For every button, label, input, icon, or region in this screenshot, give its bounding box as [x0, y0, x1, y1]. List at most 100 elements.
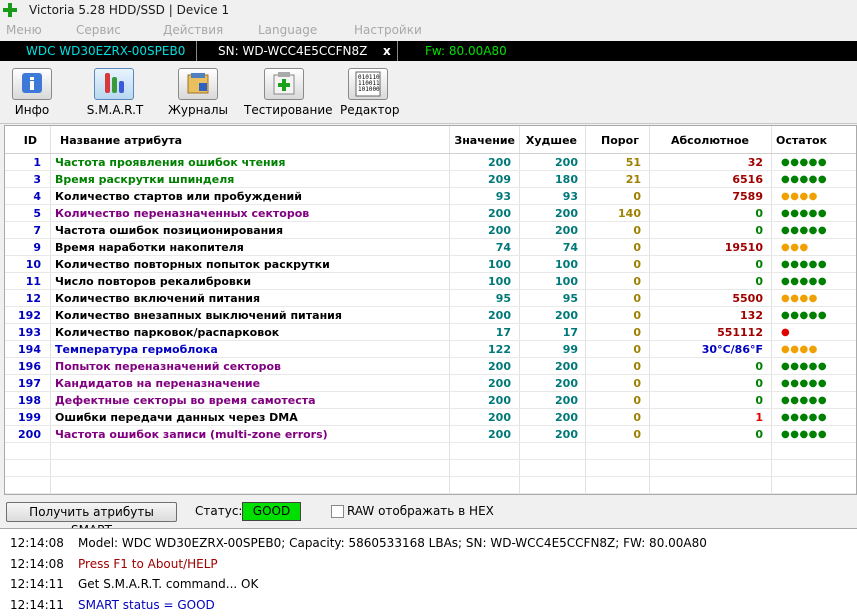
logs-icon: [178, 68, 218, 100]
attr-id: 10: [25, 258, 41, 271]
testing-label: Тестирование: [244, 103, 333, 117]
attr-name: Частота ошибок записи (multi-zone errors…: [55, 428, 328, 441]
col-name[interactable]: Название атрибута: [60, 126, 182, 153]
attr-id: 193: [18, 326, 41, 339]
table-row[interactable]: 194 Температура гермоблока 122 99 0 30°C/86°F…: [5, 341, 856, 358]
attr-value: 17: [495, 326, 511, 339]
table-row[interactable]: 9 Время наработки накопителя 74 74 0 19510 ●●●: [5, 239, 856, 256]
drive-model[interactable]: WDC WD30EZRX-00SPEB0: [0, 41, 196, 61]
attr-remaining: ●●●●●: [781, 429, 828, 440]
drive-firmware: Fw: 80.00A80: [425, 44, 507, 58]
table-row[interactable]: 199 Ошибки передачи данных через DMA 200 20…: [5, 409, 856, 426]
attr-id: 196: [18, 360, 41, 373]
menu-item-menu[interactable]: Меню: [6, 23, 42, 37]
menu-item-actions[interactable]: Действия: [163, 23, 223, 37]
attr-worst: 95: [562, 292, 578, 305]
col-remaining[interactable]: Остаток: [776, 126, 827, 153]
attr-value: 200: [488, 377, 511, 390]
get-smart-button[interactable]: Получить атрибуты SMART: [6, 502, 177, 537]
editor-icon: 010110 110011 101000: [348, 68, 388, 100]
empty-row: [5, 477, 856, 494]
attr-value: 95: [495, 292, 511, 305]
log-time: 12:14:08: [10, 536, 64, 550]
menu-item-settings[interactable]: Настройки: [354, 23, 422, 37]
test-icon: [264, 68, 304, 100]
divider: [397, 41, 398, 61]
attr-id: 198: [18, 394, 41, 407]
drive-close-button[interactable]: x: [383, 41, 391, 61]
info-button[interactable]: Инфо: [4, 65, 60, 121]
attr-name: Количество включений питания: [55, 292, 261, 305]
logs-button[interactable]: Журналы: [166, 65, 230, 121]
table-row[interactable]: 11 Число повторов рекалибровки 100 100 0 0 ●●●…: [5, 273, 856, 290]
menu-item-language[interactable]: Language: [258, 23, 317, 37]
table-row[interactable]: 196 Попыток переназначений секторов 200 200…: [5, 358, 856, 375]
attr-id: 5: [33, 207, 41, 220]
attr-threshold: 0: [633, 258, 641, 271]
col-worst[interactable]: Худшее: [523, 126, 577, 153]
attr-worst: 200: [555, 377, 578, 390]
col-id[interactable]: ID: [5, 126, 37, 153]
table-row[interactable]: 200 Частота ошибок записи (multi-zone err…: [5, 426, 856, 443]
empty-row: [5, 443, 856, 460]
attr-remaining: ●●●●: [781, 293, 818, 304]
attr-remaining: ●●●●: [781, 191, 818, 202]
smart-button[interactable]: S.M.A.R.T: [84, 65, 146, 121]
attr-value: 100: [488, 275, 511, 288]
editor-label: Редактор: [340, 103, 400, 117]
attr-worst: 200: [555, 309, 578, 322]
smart-label: S.M.A.R.T: [86, 103, 144, 117]
attr-id: 1: [33, 156, 41, 169]
attr-remaining: ●●●●●: [781, 208, 828, 219]
table-row[interactable]: 198 Дефектные секторы во время самотеста 2…: [5, 392, 856, 409]
attr-raw: 0: [755, 275, 763, 288]
editor-button[interactable]: 010110 110011 101000 Редактор: [340, 65, 400, 121]
hex-checkbox[interactable]: [331, 505, 344, 518]
log-line: 12:14:08 Model: WDC WD30EZRX-00SPEB0; Cap…: [10, 533, 707, 553]
log-time: 12:14:08: [10, 556, 64, 571]
attr-remaining: ●●●●●: [781, 395, 828, 406]
attr-threshold: 21: [625, 173, 641, 186]
attr-id: 4: [33, 190, 41, 203]
info-label: Инфо: [14, 103, 50, 117]
attr-worst: 200: [555, 207, 578, 220]
attr-threshold: 0: [633, 326, 641, 339]
attr-raw: 132: [740, 309, 763, 322]
table-row[interactable]: 10 Количество повторных попыток раскрутки…: [5, 256, 856, 273]
hex-checkbox-label[interactable]: RAW отображать в HEX: [347, 504, 494, 518]
attr-name: Частота ошибок позиционирования: [55, 224, 284, 237]
attr-id: 3: [33, 173, 41, 186]
attr-name: Время раскрутки шпинделя: [55, 173, 235, 186]
table-row[interactable]: 1 Частота проявления ошибок чтения 200 200 5…: [5, 154, 856, 171]
table-row[interactable]: 4 Количество стартов или пробуждений 93 93 0…: [5, 188, 856, 205]
col-threshold[interactable]: Порог: [587, 126, 639, 153]
attr-raw: 0: [755, 428, 763, 441]
log-message: Model: WDC WD30EZRX-00SPEB0; Capacity: 5…: [78, 536, 707, 550]
table-row[interactable]: 7 Частота ошибок позиционирования 200 200 0 0…: [5, 222, 856, 239]
table-row[interactable]: 3 Время раскрутки шпинделя 209 180 21 6516 ●●●…: [5, 171, 856, 188]
attr-value: 209: [488, 173, 511, 186]
attr-value: 93: [495, 190, 511, 203]
col-value[interactable]: Значение: [451, 126, 515, 153]
table-row[interactable]: 192 Количество внезапных выключений питан…: [5, 307, 856, 324]
attr-remaining: ●●●●●: [781, 174, 828, 185]
attr-name: Количество повторных попыток раскрутки: [55, 258, 330, 271]
attr-value: 74: [495, 241, 511, 254]
table-row[interactable]: 12 Количество включений питания 95 95 0 5500 ●…: [5, 290, 856, 307]
table-row[interactable]: 5 Количество переназначенных секторов 200 2…: [5, 205, 856, 222]
attr-id: 12: [25, 292, 41, 305]
col-raw[interactable]: Абсолютное: [653, 126, 749, 153]
attr-worst: 17: [562, 326, 578, 339]
attr-remaining: ●●●: [781, 242, 809, 253]
attr-name: Кандидатов на переназначение: [55, 377, 261, 390]
attr-remaining: ●●●●●: [781, 276, 828, 287]
attr-raw: 6516: [732, 173, 763, 186]
table-row[interactable]: 193 Количество парковок/распарковок 17 17 0 5…: [5, 324, 856, 341]
testing-button[interactable]: Тестирование: [244, 65, 333, 121]
attr-value: 200: [488, 394, 511, 407]
attr-threshold: 0: [633, 292, 641, 305]
menu-item-service[interactable]: Сервис: [76, 23, 121, 37]
table-row[interactable]: 197 Кандидатов на переназначение 200 200 0 0 ●…: [5, 375, 856, 392]
smart-table: ID Название атрибута Значение Худшее Пор…: [4, 125, 857, 495]
attr-worst: 200: [555, 156, 578, 169]
